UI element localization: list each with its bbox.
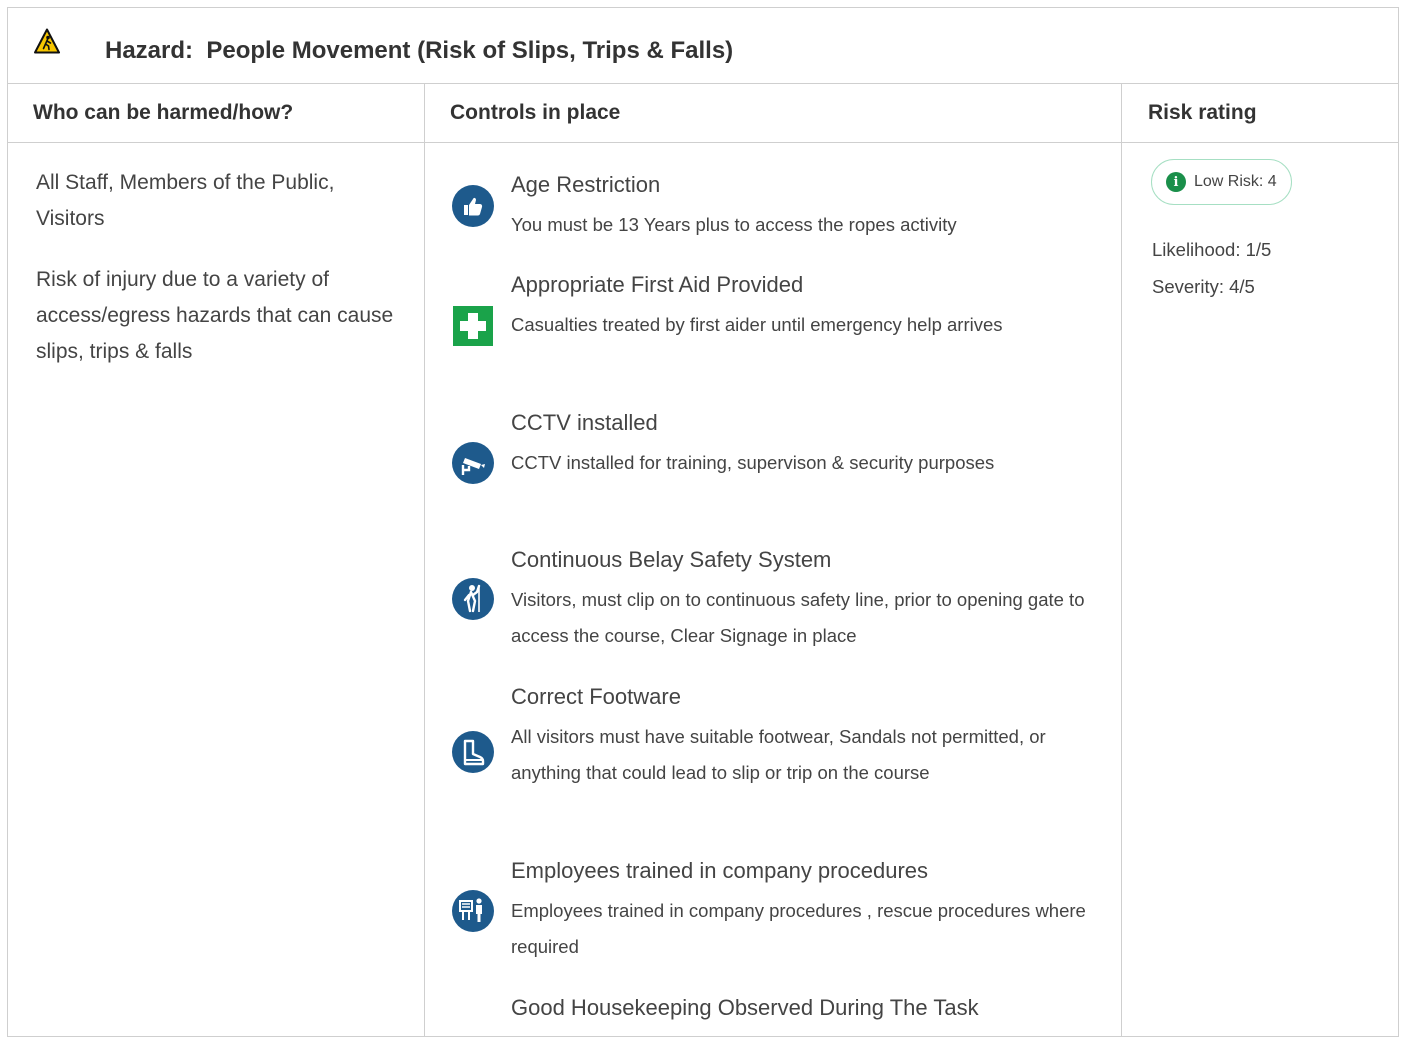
- cctv-camera-icon: [452, 442, 494, 484]
- first-aid-cross-icon: [453, 306, 493, 346]
- info-icon: i: [1166, 172, 1186, 192]
- warning-pedestrian-icon: [34, 28, 60, 54]
- control-description: Casualties treated by first aider until …: [511, 314, 1003, 335]
- header-controls: Controls in place: [450, 101, 621, 124]
- severity-value: Severity: 4/5: [1152, 276, 1255, 297]
- header-risk: Risk rating: [1148, 101, 1257, 124]
- safety-harness-icon: [452, 578, 494, 620]
- control-title: Appropriate First Aid Provided: [511, 272, 804, 297]
- control-description: All visitors must have suitable footwear…: [511, 726, 1046, 783]
- hazard-header: Hazard: People Movement (Risk of Slips, …: [8, 8, 1398, 84]
- control-description: CCTV installed for training, supervison …: [511, 452, 995, 473]
- control-description: Employees trained in company procedures …: [511, 900, 1086, 957]
- hazard-label: Hazard:: [105, 37, 194, 64]
- control-description: Visitors, must clip on to continuous saf…: [511, 589, 1085, 646]
- who-cell: All Staff, Members of the Public, Visito…: [36, 165, 396, 395]
- who-groups: All Staff, Members of the Public, Visito…: [36, 171, 335, 230]
- column-headers: Who can be harmed/how? Controls in place…: [8, 83, 1398, 143]
- control-description: You must be 13 Years plus to access the …: [511, 214, 957, 235]
- column-divider: [424, 83, 425, 1036]
- risk-badge-label: Low Risk: 4: [1194, 173, 1277, 190]
- training-board-icon: [452, 890, 494, 932]
- risk-badge: i Low Risk: 4: [1151, 159, 1292, 205]
- column-divider: [1121, 83, 1122, 1036]
- likelihood-value: Likelihood: 1/5: [1152, 239, 1272, 260]
- hazard-name: People Movement (Risk of Slips, Trips & …: [206, 37, 734, 64]
- control-title: Employees trained in company procedures: [511, 858, 929, 883]
- control-title: Continuous Belay Safety System: [511, 547, 832, 572]
- control-title: Correct Footware: [511, 684, 681, 709]
- safety-boot-icon: [452, 731, 494, 773]
- thumbs-up-icon: [452, 185, 494, 227]
- control-title: Good Housekeeping Observed During The Ta…: [511, 995, 979, 1020]
- control-title: Age Restriction: [511, 172, 661, 197]
- header-who: Who can be harmed/how?: [33, 101, 294, 124]
- hazard-title: Hazard: People Movement (Risk of Slips, …: [105, 37, 733, 65]
- who-description: Risk of injury due to a variety of acces…: [36, 268, 394, 363]
- control-title: CCTV installed: [511, 410, 658, 435]
